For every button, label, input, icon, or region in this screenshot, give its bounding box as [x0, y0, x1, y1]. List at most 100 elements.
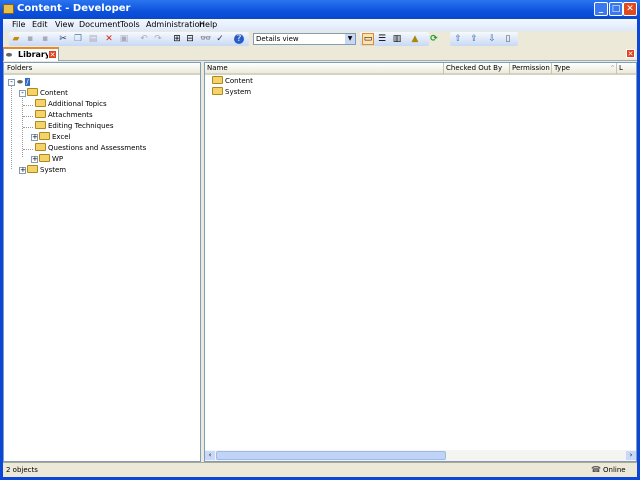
tree-line [23, 116, 33, 117]
folder-icon [27, 88, 38, 96]
tree-item-excel[interactable]: Excel [39, 132, 71, 143]
undo-icon[interactable]: ↶ [139, 34, 149, 44]
menu-edit[interactable]: Edit [32, 20, 48, 29]
menu-administration[interactable]: Administration [146, 20, 205, 29]
folder-icon [35, 99, 46, 107]
tree-root-label: / [25, 78, 30, 86]
horizontal-split-icon[interactable]: ☰ [377, 34, 387, 44]
delete-icon[interactable]: ✕ [104, 34, 114, 44]
cut-icon[interactable]: ✂ [58, 34, 68, 44]
export-icon[interactable]: ▯ [503, 34, 513, 44]
tree-line [23, 149, 33, 150]
column-checked-out-by[interactable]: Checked Out By [443, 63, 509, 74]
folders-pane: Folders - ⬬ / - Content Additional Topic… [3, 62, 201, 462]
close-document-icon[interactable]: ✕ [626, 49, 635, 58]
find-icon[interactable]: 👓 [200, 34, 211, 44]
column-l[interactable]: L [616, 63, 636, 74]
vertical-split-icon[interactable]: ▥ [392, 34, 402, 44]
folder-icon [35, 110, 46, 118]
window-title: Content - Developer [17, 3, 131, 14]
folder-icon [35, 143, 46, 151]
folder-icon [35, 121, 46, 129]
folder-icon [27, 165, 38, 173]
view-select[interactable]: Details view ▼ [253, 33, 356, 45]
tree-item-label: Content [40, 89, 68, 97]
expand-icon[interactable]: + [31, 156, 38, 163]
paste-icon[interactable]: ▤ [88, 34, 98, 44]
copy-icon[interactable]: ❐ [73, 34, 83, 44]
save-all-icon[interactable]: ▪ [40, 34, 50, 44]
chevron-down-icon[interactable]: ▼ [345, 34, 355, 44]
folder-icon [212, 87, 223, 95]
sort-indicator-icon: ^ [610, 65, 616, 72]
menu-bar: File Edit View Document Tools Administra… [3, 19, 637, 31]
help-icon[interactable]: ? [234, 34, 244, 44]
tree-item-label: Excel [52, 133, 71, 141]
folder-icon [212, 76, 223, 84]
properties-icon[interactable]: ▣ [119, 34, 129, 44]
tab-close-icon[interactable]: ✕ [48, 50, 57, 59]
check-out-icon[interactable]: ⇪ [469, 34, 479, 44]
status-connection: Online [603, 466, 626, 474]
menu-view[interactable]: View [55, 20, 74, 29]
maximize-button[interactable]: □ [609, 2, 623, 16]
library-icon: ⬬ [6, 51, 12, 59]
tab-library-label: Library [18, 50, 51, 59]
folder-icon [39, 154, 50, 162]
menu-tools[interactable]: Tools [120, 20, 140, 29]
menu-document[interactable]: Document [79, 20, 120, 29]
redo-icon[interactable]: ↷ [153, 34, 163, 44]
folders-header: Folders [4, 63, 200, 75]
expand-icon[interactable]: + [31, 134, 38, 141]
tree-root[interactable]: ⬬ / [17, 77, 30, 88]
scroll-left-icon[interactable]: ‹ [205, 451, 215, 460]
status-bar: 2 objects ☎ Online [3, 462, 637, 477]
tree-item-editing-techniques[interactable]: Editing Techniques [35, 121, 114, 132]
list-item[interactable]: System [212, 87, 251, 98]
check-in-icon[interactable]: ⇧ [453, 34, 463, 44]
collapse-root-icon[interactable]: - [8, 79, 15, 86]
details-view-icon[interactable]: ▭ [362, 33, 374, 45]
list-item[interactable]: Content [212, 76, 253, 87]
tree-item-questions-and-assessments[interactable]: Questions and Assessments [35, 143, 146, 154]
tree-item-label: Questions and Assessments [48, 144, 147, 152]
title-bar: Content - Developer _ □ ✕ [0, 0, 640, 19]
horizontal-scrollbar[interactable]: ‹ › [205, 450, 636, 461]
close-button[interactable]: ✕ [623, 2, 637, 16]
scroll-right-icon[interactable]: › [626, 451, 636, 460]
menu-help[interactable]: Help [199, 20, 217, 29]
column-name[interactable]: Name [205, 63, 443, 74]
tab-strip: ⬬ Library ✕ ✕ [3, 47, 637, 61]
library-icon: ⬬ [17, 78, 23, 86]
tree-line [22, 93, 23, 157]
tree-item-wp[interactable]: WP [39, 154, 63, 165]
menu-file[interactable]: File [12, 20, 25, 29]
tree-item-label: Editing Techniques [48, 122, 114, 130]
collapse-icon[interactable]: ⊟ [185, 34, 195, 44]
save-icon[interactable]: ▪ [25, 34, 35, 44]
open-icon[interactable]: ▰ [11, 34, 21, 44]
list-item-label: Content [225, 77, 253, 85]
column-type[interactable]: Type [551, 63, 616, 74]
file-list-pane: Name Checked Out By Permission Type ^ L … [204, 62, 637, 462]
tree-item-content[interactable]: Content [27, 88, 68, 99]
tree-item-label: Additional Topics [48, 100, 107, 108]
expand-icon[interactable]: ⊞ [172, 34, 182, 44]
tree-item-attachments[interactable]: Attachments [35, 110, 93, 121]
column-permission[interactable]: Permission [509, 63, 551, 74]
online-icon: ☎ [591, 465, 601, 474]
spellcheck-icon[interactable]: ✓ [215, 34, 225, 44]
status-count: 2 objects [6, 466, 38, 474]
expand-icon[interactable]: + [19, 167, 26, 174]
tree-item-additional-topics[interactable]: Additional Topics [35, 99, 107, 110]
minimize-button[interactable]: _ [594, 2, 608, 16]
scrollbar-thumb[interactable] [216, 451, 446, 460]
list-item-label: System [225, 88, 252, 96]
publish-icon[interactable]: ▲ [410, 34, 420, 44]
refresh-icon[interactable]: ⟳ [429, 34, 439, 44]
import-icon[interactable]: ⇩ [487, 34, 497, 44]
tree-item-system[interactable]: System [27, 165, 66, 176]
tab-library[interactable]: ⬬ Library ✕ [3, 47, 59, 61]
collapse-icon[interactable]: - [19, 90, 26, 97]
tree-line [11, 83, 12, 169]
